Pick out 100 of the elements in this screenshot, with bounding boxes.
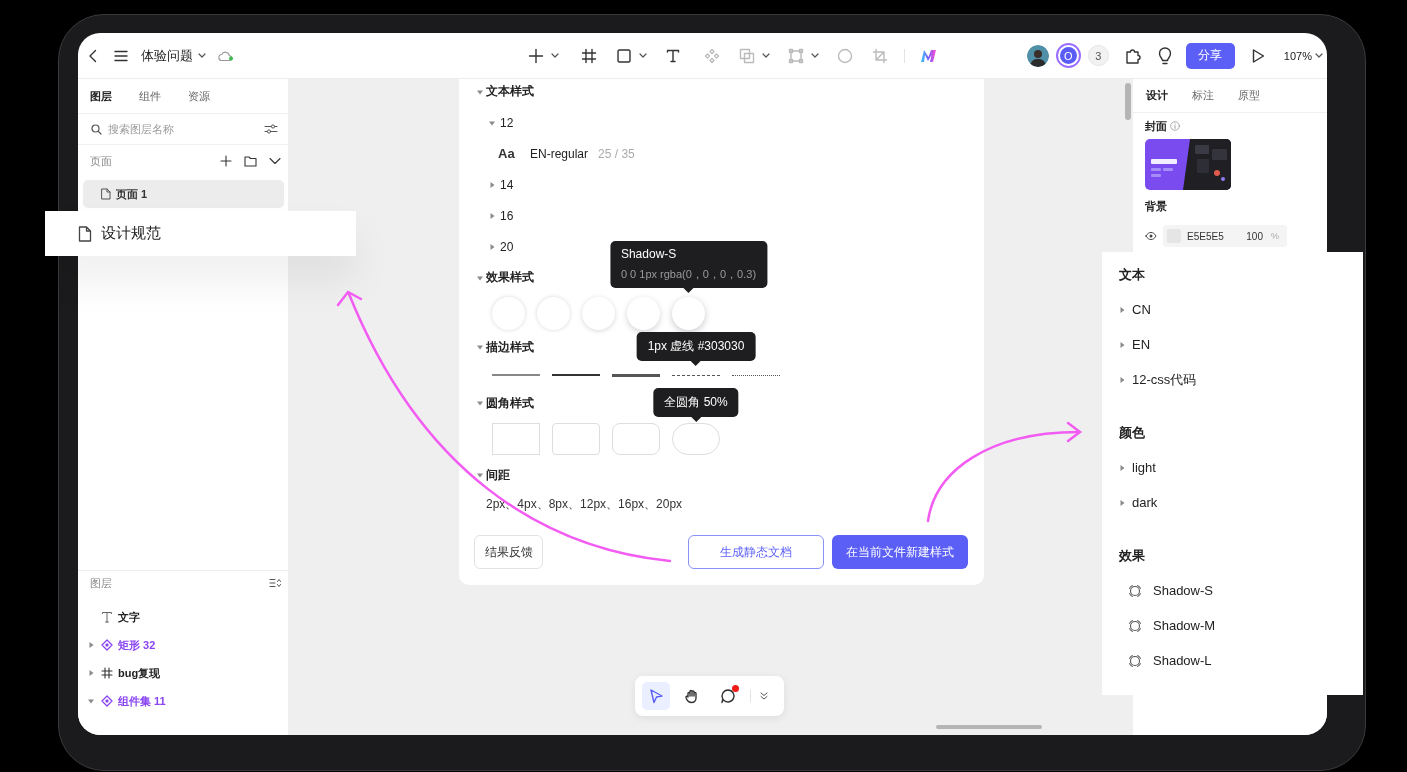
section-label: 背景 [1145,198,1167,214]
avatar[interactable] [1026,44,1049,67]
style-name[interactable]: EN-regular [530,146,589,161]
style-name[interactable]: Shadow-M [1153,618,1216,633]
caret-icon[interactable] [477,274,483,281]
caret-icon[interactable] [477,88,483,95]
spacing-values: 2px、4px、8px、12px、16px、20px [485,495,684,513]
dragged-page[interactable]: 设计规范 [45,211,356,256]
caret-icon[interactable] [1119,341,1125,348]
double-chevron-icon[interactable] [759,691,769,701]
caret-icon[interactable] [88,698,94,704]
user-avatar[interactable]: O [1055,43,1081,68]
vector-nodes-icon[interactable] [788,47,804,64]
section-title: 文本 [1119,265,1146,284]
color-field[interactable]: E5E5E5 100 % [1163,225,1287,247]
radius-swatch[interactable] [612,423,660,455]
shadow-swatch[interactable] [627,296,660,330]
size-group[interactable]: 16 [500,208,514,223]
caret-icon[interactable] [1119,306,1125,313]
panel-tab[interactable]: 设计 [1146,88,1168,103]
size-group[interactable]: 12 [500,115,514,130]
chevron-down-icon[interactable] [269,157,281,165]
collaborator-count[interactable]: 3 [1087,45,1109,66]
plus-icon[interactable] [528,47,544,64]
caret-icon[interactable] [477,472,483,478]
panel-tab[interactable]: 标注 [1192,88,1214,103]
bulb-icon[interactable] [1156,46,1173,65]
plus-icon[interactable] [220,155,232,167]
style-name[interactable]: Shadow-L [1153,653,1212,668]
caret-icon[interactable] [477,344,483,350]
caret-icon[interactable] [1119,464,1125,471]
caret-icon[interactable] [1119,499,1125,506]
style-group[interactable]: EN [1132,337,1151,352]
panel-tab[interactable]: 资源 [188,88,210,104]
opacity-value: 100 [1246,230,1263,242]
size-group[interactable]: 20 [500,239,514,254]
size-group[interactable]: 14 [500,177,514,192]
panel-tab[interactable]: 图层 [90,88,112,104]
style-group[interactable]: 12-css代码 [1132,370,1197,389]
caret-icon[interactable] [477,400,483,406]
scrollbar[interactable] [1125,83,1131,120]
puzzle-icon[interactable] [1123,46,1142,65]
text-tool-icon[interactable] [665,47,681,64]
share-button[interactable]: 分享 [1185,42,1235,69]
section-title: 间距 [486,466,510,484]
caret-icon[interactable] [489,181,495,188]
frame-icon[interactable] [581,47,597,64]
filter-icon[interactable] [264,123,278,135]
shadow-effect-icon [1127,582,1143,599]
style-name[interactable]: Shadow-S [1153,583,1213,598]
panel-tab[interactable]: 原型 [1238,88,1260,103]
caret-icon[interactable] [88,670,94,676]
chevron-down-icon[interactable] [551,53,559,58]
action-button[interactable]: 在当前文件新建样式 [832,535,968,569]
layer-name[interactable]: 文字 [118,609,140,625]
chevron-down-icon[interactable] [811,53,819,58]
action-button[interactable]: 结果反馈 [474,535,543,569]
caret-icon[interactable] [489,243,495,250]
caret-icon[interactable] [489,212,495,219]
comment-icon[interactable] [720,688,736,704]
style-group[interactable]: light [1132,460,1156,475]
file-title[interactable]: 体验问题 [141,46,206,65]
search-field[interactable]: 搜索图层名称 [108,123,258,135]
radius-swatch[interactable] [492,423,540,455]
style-group[interactable]: CN [1132,302,1151,317]
scrollbar[interactable] [936,725,1042,729]
style-group[interactable]: dark [1132,495,1158,510]
caret-icon[interactable] [489,119,495,126]
frame-icon [101,667,113,679]
cloud-icon[interactable] [218,49,234,62]
layer-name[interactable]: 矩形 32 [118,637,156,653]
panel-tab[interactable]: 组件 [139,88,161,104]
layer-name[interactable]: bug复现 [118,665,161,681]
overlap-icon[interactable] [739,47,755,64]
section-title: 文本样式 [486,83,534,100]
info-icon[interactable] [1170,121,1180,131]
radius-swatch[interactable] [552,423,600,455]
page-item[interactable]: 页面 1 [83,180,284,208]
pointer-icon[interactable] [648,688,664,704]
chevron-down-icon[interactable] [639,53,647,58]
rectangle-icon[interactable] [616,47,632,64]
folder-icon[interactable] [244,155,257,167]
page-icon [78,225,92,242]
logo-icon[interactable] [920,48,937,63]
caret-icon[interactable] [88,642,94,648]
hand-icon[interactable] [684,688,700,704]
chevron-down-icon[interactable] [1315,53,1323,58]
chevron-down-icon[interactable] [762,53,770,58]
eye-icon[interactable] [1145,231,1157,241]
sort-icon[interactable] [269,578,281,588]
page-name: 设计规范 [101,224,161,243]
zoom-level[interactable]: 107% [1283,49,1323,62]
crop-icon[interactable] [872,47,888,64]
circle-icon[interactable] [837,47,853,64]
caret-icon[interactable] [1119,376,1125,383]
layer-name[interactable]: 组件集 11 [118,693,166,709]
action-button[interactable]: 生成静态文档 [688,535,824,569]
chevron-down-icon[interactable] [198,53,206,58]
component-icon[interactable] [704,47,720,64]
page-icon [101,188,111,200]
